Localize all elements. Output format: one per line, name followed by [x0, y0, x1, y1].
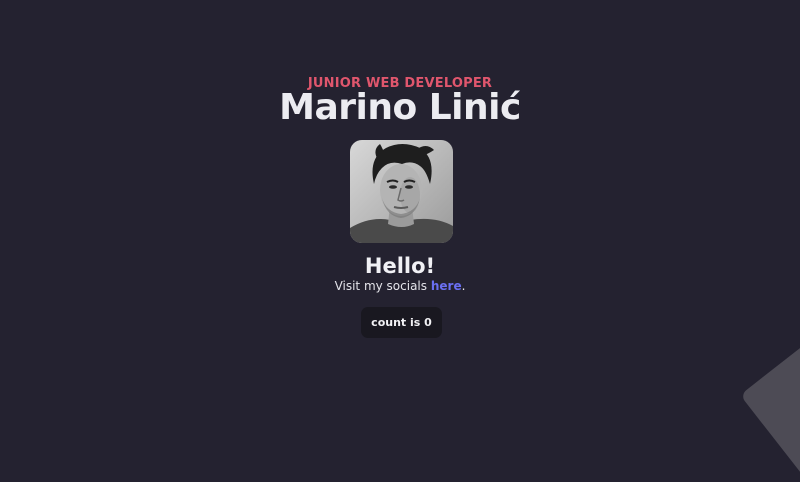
count-button[interactable]: count is 0 [361, 307, 442, 338]
avatar [350, 140, 453, 243]
socials-link[interactable]: here [431, 279, 462, 293]
greeting-heading: Hello! [364, 254, 436, 278]
portrait-image [350, 140, 453, 243]
page: JUNIOR WEB DEVELOPER Marino Linić Hello!… [0, 0, 800, 482]
page-title: Marino Linić [279, 87, 521, 128]
socials-prefix: Visit my socials [334, 279, 431, 293]
socials-text: Visit my socials here. [0, 279, 800, 293]
decorative-corner-shape [740, 308, 800, 482]
socials-suffix: . [461, 279, 466, 293]
